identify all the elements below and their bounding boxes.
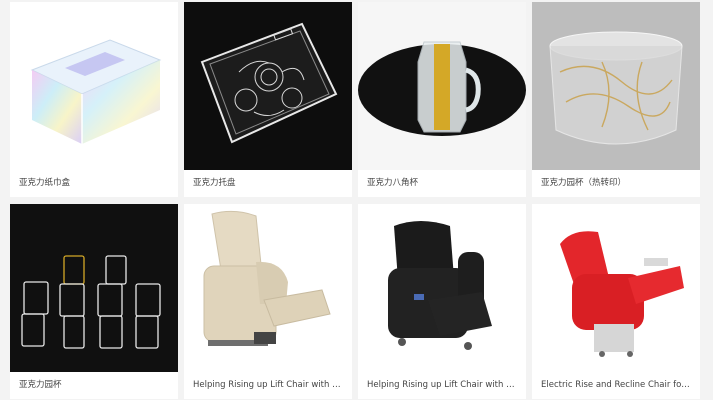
product-image[interactable] <box>10 204 178 372</box>
product-image[interactable] <box>532 2 700 170</box>
product-title[interactable]: 亚克力园杯（热转印） <box>532 170 700 197</box>
acrylic-octagonal-cup-image <box>358 41 526 136</box>
product-image[interactable] <box>184 2 352 170</box>
product-card[interactable]: 亚克力托盘 <box>184 2 352 197</box>
acrylic-tray-image <box>200 22 338 144</box>
product-card[interactable]: Helping Rising up Lift Chair with M... <box>184 204 352 399</box>
black-lift-chair-image <box>388 221 492 350</box>
product-card[interactable]: 亚克力园杯 <box>10 204 178 399</box>
product-card[interactable]: Helping Rising up Lift Chair with M... <box>358 204 526 399</box>
red-recline-chair-image <box>560 231 684 357</box>
product-card[interactable]: 亚克力纸巾盒 <box>10 2 178 197</box>
product-grid: 亚克力纸巾盒 亚克力托盘 亚克力八角杯 亚克力园杯（热转印） 亚克力园杯 Hel… <box>10 2 700 399</box>
product-title[interactable]: Electric Rise and Recline Chair for... <box>532 372 700 399</box>
product-title[interactable]: 亚克力纸巾盒 <box>10 170 178 197</box>
product-image[interactable] <box>358 2 526 170</box>
beige-lift-chair-image <box>203 210 331 346</box>
product-image[interactable] <box>532 204 700 372</box>
product-card[interactable]: Electric Rise and Recline Chair for... <box>532 204 700 399</box>
product-image[interactable] <box>10 2 178 170</box>
product-card[interactable]: 亚克力八角杯 <box>358 2 526 197</box>
acrylic-round-cups-image <box>21 255 161 349</box>
product-title[interactable]: 亚克力托盘 <box>184 170 352 197</box>
product-title[interactable]: 亚克力园杯 <box>10 372 178 399</box>
product-title[interactable]: 亚克力八角杯 <box>358 170 526 197</box>
product-title[interactable]: Helping Rising up Lift Chair with M... <box>358 372 526 399</box>
product-image[interactable] <box>184 204 352 372</box>
product-image[interactable] <box>358 204 526 372</box>
product-title[interactable]: Helping Rising up Lift Chair with M... <box>184 372 352 399</box>
acrylic-tissue-box-image <box>30 39 162 144</box>
product-card[interactable]: 亚克力园杯（热转印） <box>532 2 700 197</box>
acrylic-round-cup-heat-transfer-image <box>549 31 683 145</box>
